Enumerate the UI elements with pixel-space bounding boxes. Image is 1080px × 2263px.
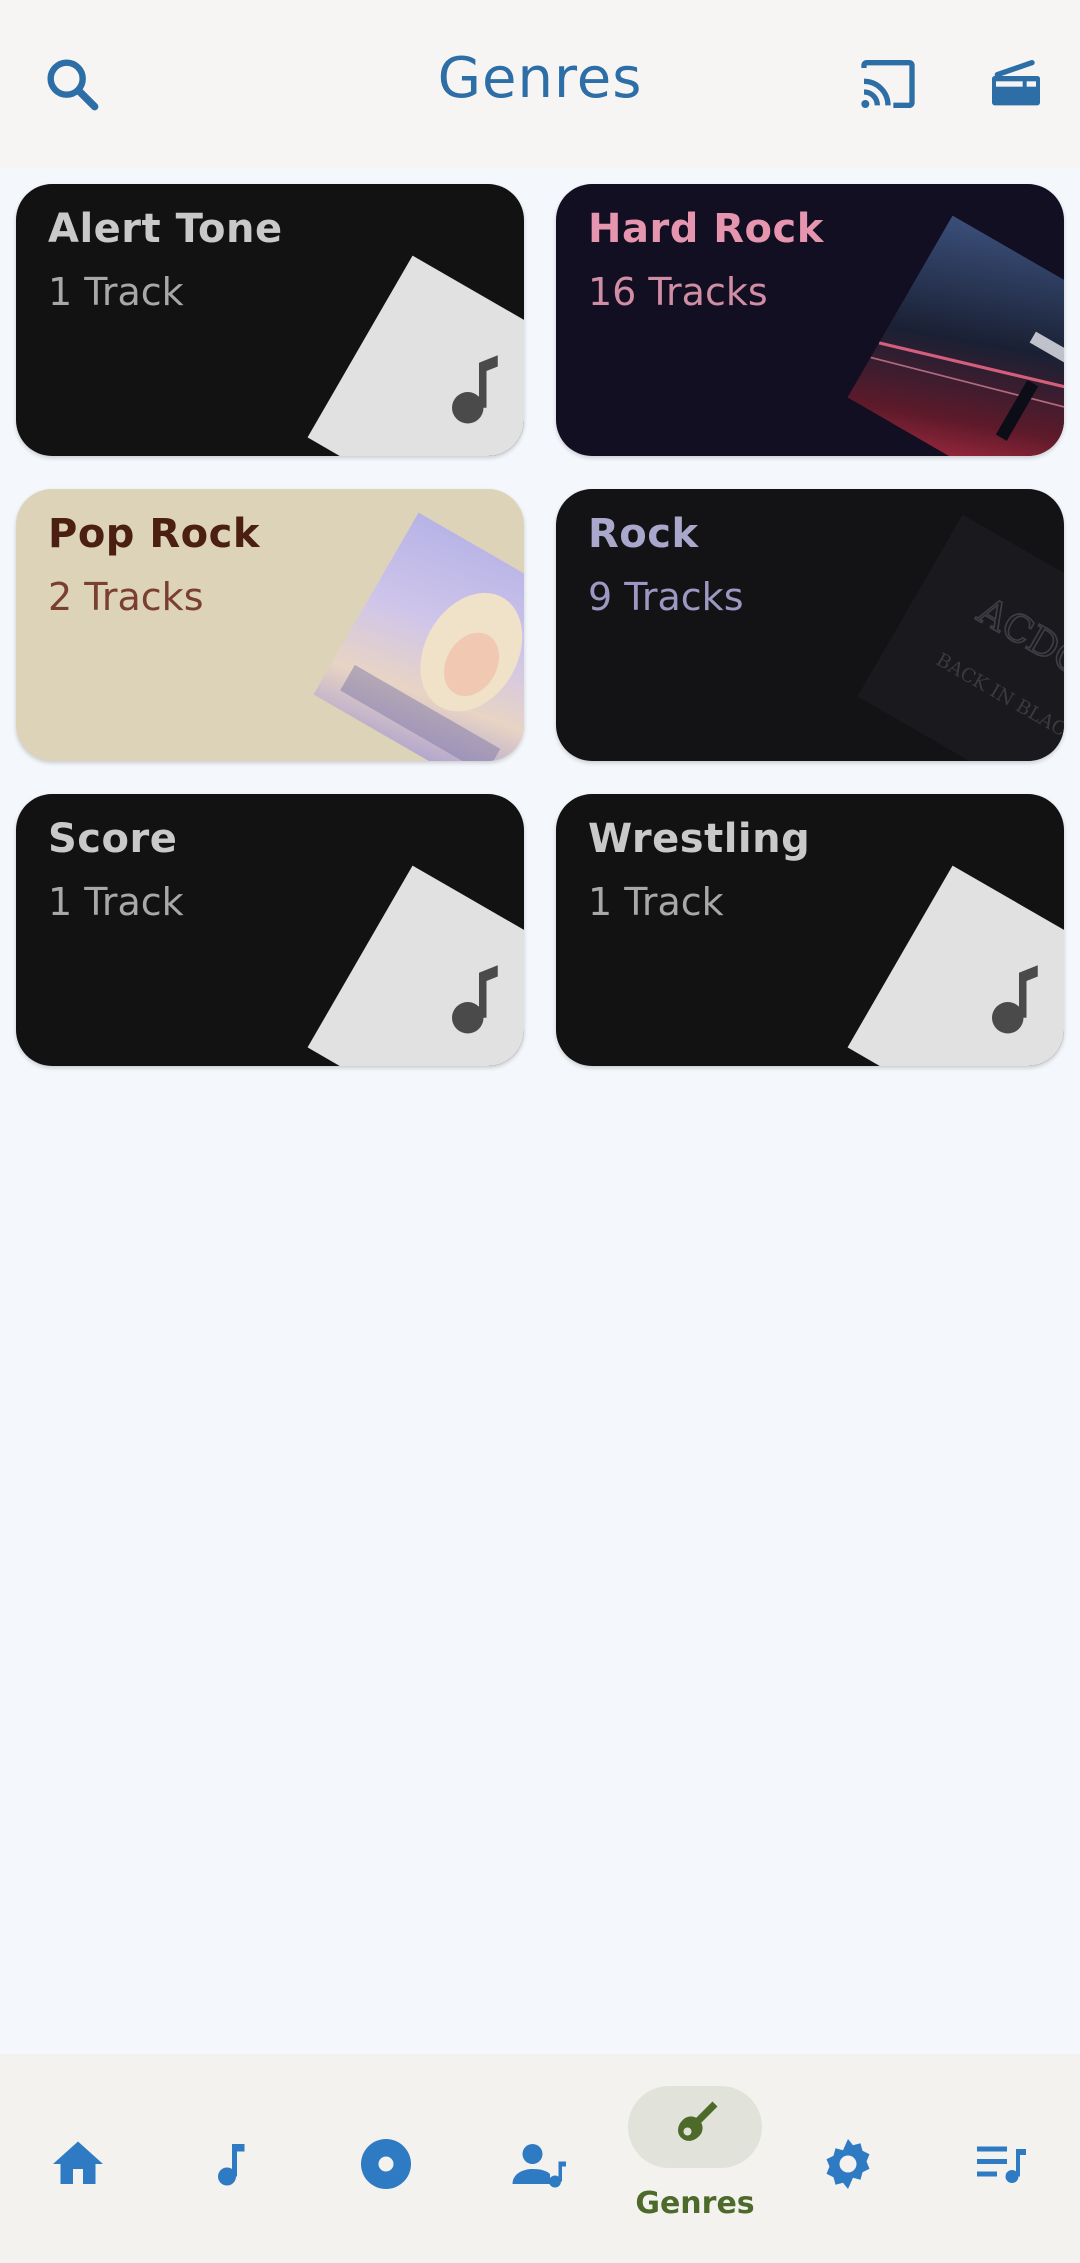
track-count: 16 Tracks [588, 270, 768, 314]
genre-name: Score [48, 816, 178, 862]
nav-tracks[interactable] [172, 2054, 292, 2263]
genre-name: Rock [588, 511, 699, 557]
genre-name: Alert Tone [48, 206, 283, 252]
music-note-icon [992, 965, 1038, 1034]
album-art [313, 512, 524, 761]
genre-card-pop-rock[interactable]: Pop Rock 2 Tracks [16, 489, 524, 761]
music-note-icon [452, 355, 498, 424]
nav-settings[interactable] [788, 2054, 908, 2263]
nav-home[interactable] [18, 2054, 138, 2263]
genre-name: Hard Rock [588, 206, 824, 252]
nav-genres[interactable] [635, 2054, 755, 2263]
album-art [847, 215, 1064, 456]
bottom-navigation: Genres [0, 2054, 1080, 2263]
nav-genres-label: Genres [635, 2186, 755, 2221]
genre-card-rock[interactable]: ACDC BACK IN BLACK Rock 9 Tracks [556, 489, 1064, 761]
nav-artists[interactable] [480, 2054, 600, 2263]
guitar-icon [678, 2101, 718, 2141]
genre-card-score[interactable]: Score 1 Track [16, 794, 524, 1066]
svg-text:ACDC: ACDC [970, 588, 1064, 684]
genre-name: Wrestling [588, 816, 811, 862]
album-art: ACDC BACK IN BLACK [857, 514, 1064, 761]
genre-card-hard-rock[interactable]: Hard Rock 16 Tracks [556, 184, 1064, 456]
music-note-icon [218, 2144, 245, 2186]
genre-name: Pop Rock [48, 511, 260, 557]
top-app-bar: Genres [0, 0, 1080, 168]
track-count: 2 Tracks [48, 575, 204, 619]
music-note-icon [452, 965, 498, 1034]
track-count: 1 Track [48, 880, 184, 924]
radio-icon[interactable] [984, 52, 1048, 116]
cast-icon[interactable] [856, 52, 920, 116]
artist-icon [512, 2144, 566, 2188]
album-icon [361, 2139, 411, 2189]
nav-playlists[interactable] [942, 2054, 1062, 2263]
track-count: 1 Track [48, 270, 184, 314]
settings-icon [826, 2139, 870, 2189]
genre-card-wrestling[interactable]: Wrestling 1 Track [556, 794, 1064, 1066]
track-count: 1 Track [588, 880, 724, 924]
home-icon [53, 2141, 103, 2184]
genre-card-alert-tone[interactable]: Alert Tone 1 Track [16, 184, 524, 456]
playlist-icon [977, 2146, 1026, 2183]
nav-albums[interactable] [326, 2054, 446, 2263]
track-count: 9 Tracks [588, 575, 744, 619]
